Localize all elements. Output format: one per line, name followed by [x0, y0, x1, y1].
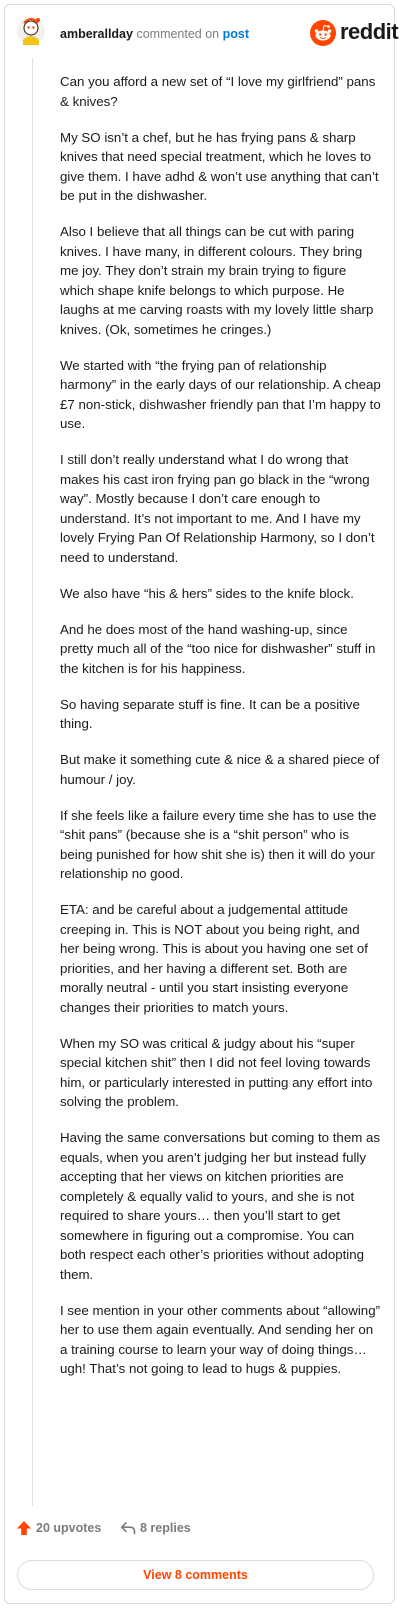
comment-paragraph: When my SO was critical & judgy about hi… — [60, 1035, 373, 1110]
comment-paragraph: But make it something cute & nice & a sh… — [60, 752, 380, 787]
comment-header: amberallday commented on post reddit — [14, 14, 399, 50]
view-comments-button[interactable]: View 8 comments — [17, 1560, 374, 1590]
reddit-logo[interactable]: reddit — [310, 18, 399, 48]
comment-meta: amberallday commented on post — [60, 26, 249, 42]
comment-paragraph: Can you afford a new set of “I love my g… — [60, 74, 376, 109]
comment-footer: 20 upvotes 8 replies — [16, 1520, 316, 1542]
comment-paragraph: I still don’t really understand what I d… — [60, 452, 375, 565]
reply-count: 8 replies — [140, 1521, 191, 1535]
avatar[interactable] — [16, 14, 46, 48]
comment-paragraph: So having separate stuff is fine. It can… — [60, 696, 360, 732]
comment-paragraph: We also have “his & hers” sides to the k… — [60, 585, 354, 601]
comment-paragraph: My SO isn’t a chef, but he has frying pa… — [60, 129, 379, 204]
replies-button[interactable]: 8 replies — [120, 1520, 191, 1536]
thread-line[interactable] — [32, 58, 33, 1506]
reply-arrow-icon — [121, 1522, 136, 1535]
comment-body: Can you afford a new set of “I love my g… — [60, 72, 382, 1395]
reddit-wordmark: reddit — [340, 19, 399, 44]
upvote-arrow-icon — [17, 1521, 31, 1535]
comment-verb: commented on — [136, 27, 220, 41]
upvote-count: 20 upvotes — [36, 1521, 102, 1535]
comment-paragraph: ETA: and be careful about a judgemental … — [60, 902, 368, 1015]
comment-paragraph: Also I believe that all things can be cu… — [60, 224, 374, 337]
username-link[interactable]: amberallday — [60, 27, 133, 41]
reddit-snoo-icon — [310, 20, 336, 46]
post-link[interactable]: post — [223, 27, 249, 41]
comment-paragraph: I see mention in your other comments abo… — [60, 1302, 381, 1377]
comment-paragraph: We started with “the frying pan of relat… — [60, 357, 381, 432]
comment-paragraph: Having the same conversations but coming… — [60, 1130, 381, 1282]
comment-paragraph: And he does most of the hand washing-up,… — [60, 621, 376, 676]
comment-paragraph: If she feels like a failure every time s… — [60, 807, 377, 882]
upvote-button[interactable]: 20 upvotes — [16, 1520, 101, 1536]
